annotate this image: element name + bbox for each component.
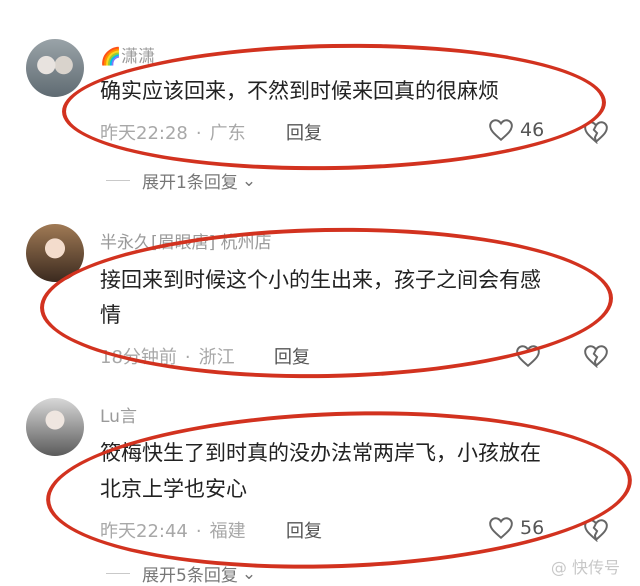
like-count: 56: [520, 517, 545, 539]
chevron-down-icon: ⌄: [241, 563, 257, 584]
comment-time: 18分钟前: [100, 347, 177, 368]
comment-text: 接回来到时候这个小的生出来，孩子之间会有感: [100, 268, 541, 292]
expand-replies-button[interactable]: 展开1条回复 ⌄: [106, 168, 256, 193]
reply-button[interactable]: 回复: [286, 119, 322, 145]
comment-text: 筱梅快生了到时真的没办法常两岸飞，小孩放在: [100, 441, 541, 465]
avatar[interactable]: [26, 398, 84, 456]
heart-outline-icon: [489, 119, 513, 142]
broken-heart-outline-icon[interactable]: [583, 344, 609, 368]
comment-location: 福建: [209, 521, 246, 542]
avatar[interactable]: [26, 224, 84, 282]
reply-button[interactable]: 回复: [286, 517, 322, 543]
chevron-down-icon: ⌄: [241, 170, 257, 191]
comment-location: 广东: [209, 123, 246, 144]
comment-text-line2: 北京上学也安心: [100, 477, 247, 501]
avatar[interactable]: [26, 39, 84, 97]
heart-outline-icon: [489, 517, 513, 540]
broken-heart-outline-icon[interactable]: [583, 120, 609, 144]
like-button[interactable]: 56: [488, 516, 544, 540]
broken-heart-outline-icon[interactable]: [583, 518, 609, 542]
divider: [106, 573, 130, 574]
watermark: @ 快传号: [550, 558, 620, 577]
expand-replies-label: 展开5条回复: [142, 566, 238, 586]
reply-button[interactable]: 回复: [274, 343, 310, 369]
comment-time: 昨天22:28: [100, 123, 188, 144]
like-button[interactable]: 46: [488, 118, 544, 142]
comment-text-line2: 情: [100, 303, 121, 327]
comment-text: 确实应该回来，不然到时候来回真的很麻烦: [100, 79, 499, 103]
comment-meta: 18分钟前 · 浙江: [100, 347, 235, 368]
expand-replies-button[interactable]: 展开5条回复 ⌄: [106, 561, 256, 586]
like-count: 46: [520, 119, 545, 141]
divider: [106, 180, 130, 181]
comment-meta: 昨天22:28 · 广东: [100, 123, 246, 144]
username[interactable]: 半永久[眉眼唐] 杭州店: [100, 228, 272, 253]
username[interactable]: 🌈潇潇: [100, 42, 155, 67]
username[interactable]: Lu言: [100, 402, 137, 427]
expand-replies-label: 展开1条回复: [142, 173, 238, 193]
comment-meta: 昨天22:44 · 福建: [100, 521, 246, 542]
comment-location: 浙江: [198, 347, 235, 368]
comment-time: 昨天22:44: [100, 521, 188, 542]
heart-outline-icon[interactable]: [515, 344, 541, 368]
